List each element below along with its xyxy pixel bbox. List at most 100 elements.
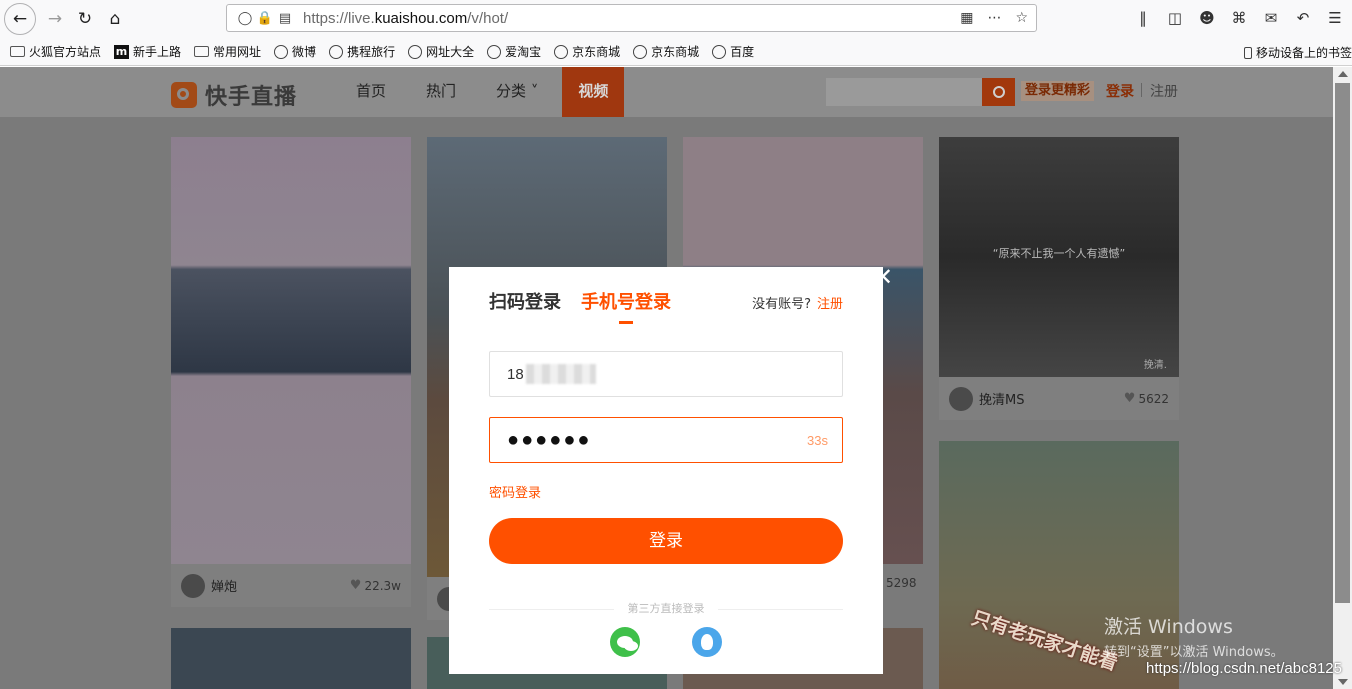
nav-hot[interactable]: 热门 (410, 67, 472, 117)
bookmarks-bar: 火狐官方站点 m 新手上路 常用网址 微博 携程旅行 网址大全 爱淘宝 京东商城 … (0, 38, 1352, 66)
verification-code-input[interactable]: ●●●●●● 33s (489, 417, 843, 463)
nav-video[interactable]: 视频 (562, 67, 625, 117)
shield-icon[interactable]: ◯ (235, 11, 255, 26)
mobile-bookmarks[interactable]: 移动设备上的书签 (1243, 44, 1352, 61)
login-button[interactable]: 登录 (489, 518, 843, 564)
third-party-divider: 第三方直接登录 (489, 603, 843, 615)
bookmark-item[interactable]: 网址大全 (408, 43, 474, 60)
bookmark-item[interactable]: 常用网址 (194, 43, 261, 60)
card-meta: 挽清MS 5622 (939, 377, 1179, 420)
lock-icon[interactable]: 🔒 (255, 11, 275, 26)
promo-badge: 登录更精彩 (1021, 81, 1095, 101)
nav-home[interactable]: 首页 (340, 67, 402, 117)
screenshot-icon[interactable]: ⌘ (1228, 6, 1250, 30)
reload-button[interactable]: ↻ (70, 4, 100, 34)
tab-qr-login[interactable]: 扫码登录 (489, 288, 561, 324)
wechat-login-button[interactable] (610, 627, 640, 657)
m-logo-icon: m (114, 44, 130, 59)
wechat-icon (617, 636, 633, 648)
site-header: 快手直播 首页 热门 分类 ˅ 视频 登录更精彩 登录 注册 (0, 67, 1333, 117)
video-watermark: 挽清. (1143, 360, 1167, 371)
search-button[interactable] (982, 78, 1015, 106)
globe-icon (554, 44, 569, 59)
url-bar[interactable]: ◯ 🔒 ▤ https://live.kuaishou.com/v/hot/ ▦… (226, 4, 1037, 32)
nav-category[interactable]: 分类 ˅ (480, 67, 554, 117)
arrow-right-icon: → (47, 9, 63, 29)
home-button[interactable]: ⌂ (100, 4, 130, 34)
header-register-link[interactable]: 注册 (1150, 81, 1178, 101)
browser-toolbar: ← → ↻ ⌂ ◯ 🔒 ▤ https://live.kuaishou.com/… (0, 0, 1352, 38)
redacted-phone (525, 364, 596, 384)
main-nav: 首页 热门 分类 ˅ 视频 (340, 67, 632, 117)
password-login-link[interactable]: 密码登录 (489, 482, 541, 501)
bookmark-item[interactable]: 火狐官方站点 (10, 43, 101, 60)
back-button[interactable]: ← (4, 3, 36, 35)
avatar[interactable] (949, 386, 973, 411)
login-tabs: 扫码登录 手机号登录 (489, 288, 691, 324)
close-icon[interactable]: ✕ (868, 262, 898, 292)
phone-input[interactable]: 18 (489, 351, 843, 397)
qr-code-icon[interactable]: ▦ (960, 10, 973, 26)
bookmark-item[interactable]: 京东商城 (554, 43, 620, 60)
globe-icon (274, 44, 289, 59)
site-logo[interactable]: 快手直播 (171, 79, 297, 111)
globe-icon (712, 44, 727, 59)
folder-icon (194, 46, 210, 57)
login-modal: ✕ 扫码登录 手机号登录 没有账号? 注册 18 ●●●●●● 33s 密码登录 … (449, 263, 893, 674)
url-text[interactable]: https://live.kuaishou.com/v/hot/ (303, 10, 508, 27)
account-icon[interactable]: ☻ (1196, 6, 1218, 30)
more-actions-icon[interactable]: ⋯ (987, 10, 1001, 26)
video-thumbnail[interactable] (171, 137, 411, 564)
bookmark-item[interactable]: 微博 (274, 43, 316, 60)
scrollbar[interactable] (1333, 67, 1352, 689)
like-count: 5298 (886, 576, 917, 590)
windows-activation-watermark: 激活 Windows 转到“设置”以激活 Windows。 (1104, 616, 1284, 660)
video-overlay-text: 只有老玩家才能看 (968, 606, 1121, 675)
globe-icon (487, 44, 502, 59)
bookmark-item[interactable]: 携程旅行 (329, 43, 395, 60)
resend-countdown: 33s (807, 432, 828, 448)
search-input[interactable] (826, 78, 982, 106)
arrow-left-icon: ← (12, 9, 28, 29)
video-card[interactable]: 婵炮 22.3w (171, 137, 411, 607)
bookmark-item[interactable]: m 新手上路 (114, 43, 181, 60)
forward-button[interactable]: → (40, 4, 70, 34)
library-icon[interactable]: ‖ (1132, 6, 1154, 30)
video-card[interactable]: “原来不止我一个人有遗憾” 挽清. 挽清MS 5622 (939, 137, 1179, 420)
chevron-down-icon: ˅ (526, 82, 539, 100)
csdn-watermark: https://blog.csdn.net/abc8125 (1146, 660, 1342, 677)
bookmark-item[interactable]: 京东商城 (633, 43, 699, 60)
avatar[interactable] (181, 573, 205, 598)
qq-login-button[interactable] (692, 627, 722, 657)
bookmark-item[interactable]: 百度 (712, 43, 754, 60)
scroll-down-arrow-icon[interactable] (1338, 679, 1348, 685)
sidebar-icon[interactable]: ◫ (1164, 6, 1186, 30)
globe-icon (329, 44, 344, 59)
home-icon: ⌂ (109, 9, 121, 29)
video-thumbnail[interactable]: “原来不止我一个人有遗憾” 挽清. (939, 137, 1179, 377)
divider (1141, 83, 1142, 97)
scrollbar-thumb[interactable] (1335, 83, 1350, 603)
globe-icon (633, 44, 648, 59)
scroll-up-arrow-icon[interactable] (1338, 71, 1348, 77)
video-caption: “原来不止我一个人有遗憾” (992, 247, 1126, 260)
reader-icon[interactable]: ▤ (275, 11, 295, 26)
search-icon (992, 86, 1005, 98)
phone-icon (1243, 46, 1252, 59)
folder-icon (10, 46, 25, 57)
menu-icon[interactable]: ☰ (1324, 6, 1346, 30)
reload-icon: ↻ (77, 9, 93, 29)
chat-icon[interactable]: ✉ (1260, 6, 1282, 30)
header-login-link[interactable]: 登录 (1106, 81, 1134, 101)
globe-icon (408, 44, 423, 59)
card-meta: 婵炮 22.3w (171, 564, 411, 607)
bookmark-item[interactable]: 爱淘宝 (487, 43, 541, 60)
tab-phone-login[interactable]: 手机号登录 (581, 288, 671, 324)
bookmark-star-icon[interactable]: ☆ (1015, 10, 1028, 26)
video-card[interactable] (171, 628, 411, 689)
no-account-text: 没有账号? 注册 (752, 297, 843, 312)
qq-icon (701, 634, 713, 650)
video-thumbnail[interactable] (171, 628, 411, 689)
undo-icon[interactable]: ↶ (1292, 6, 1314, 30)
register-link[interactable]: 注册 (817, 297, 843, 312)
